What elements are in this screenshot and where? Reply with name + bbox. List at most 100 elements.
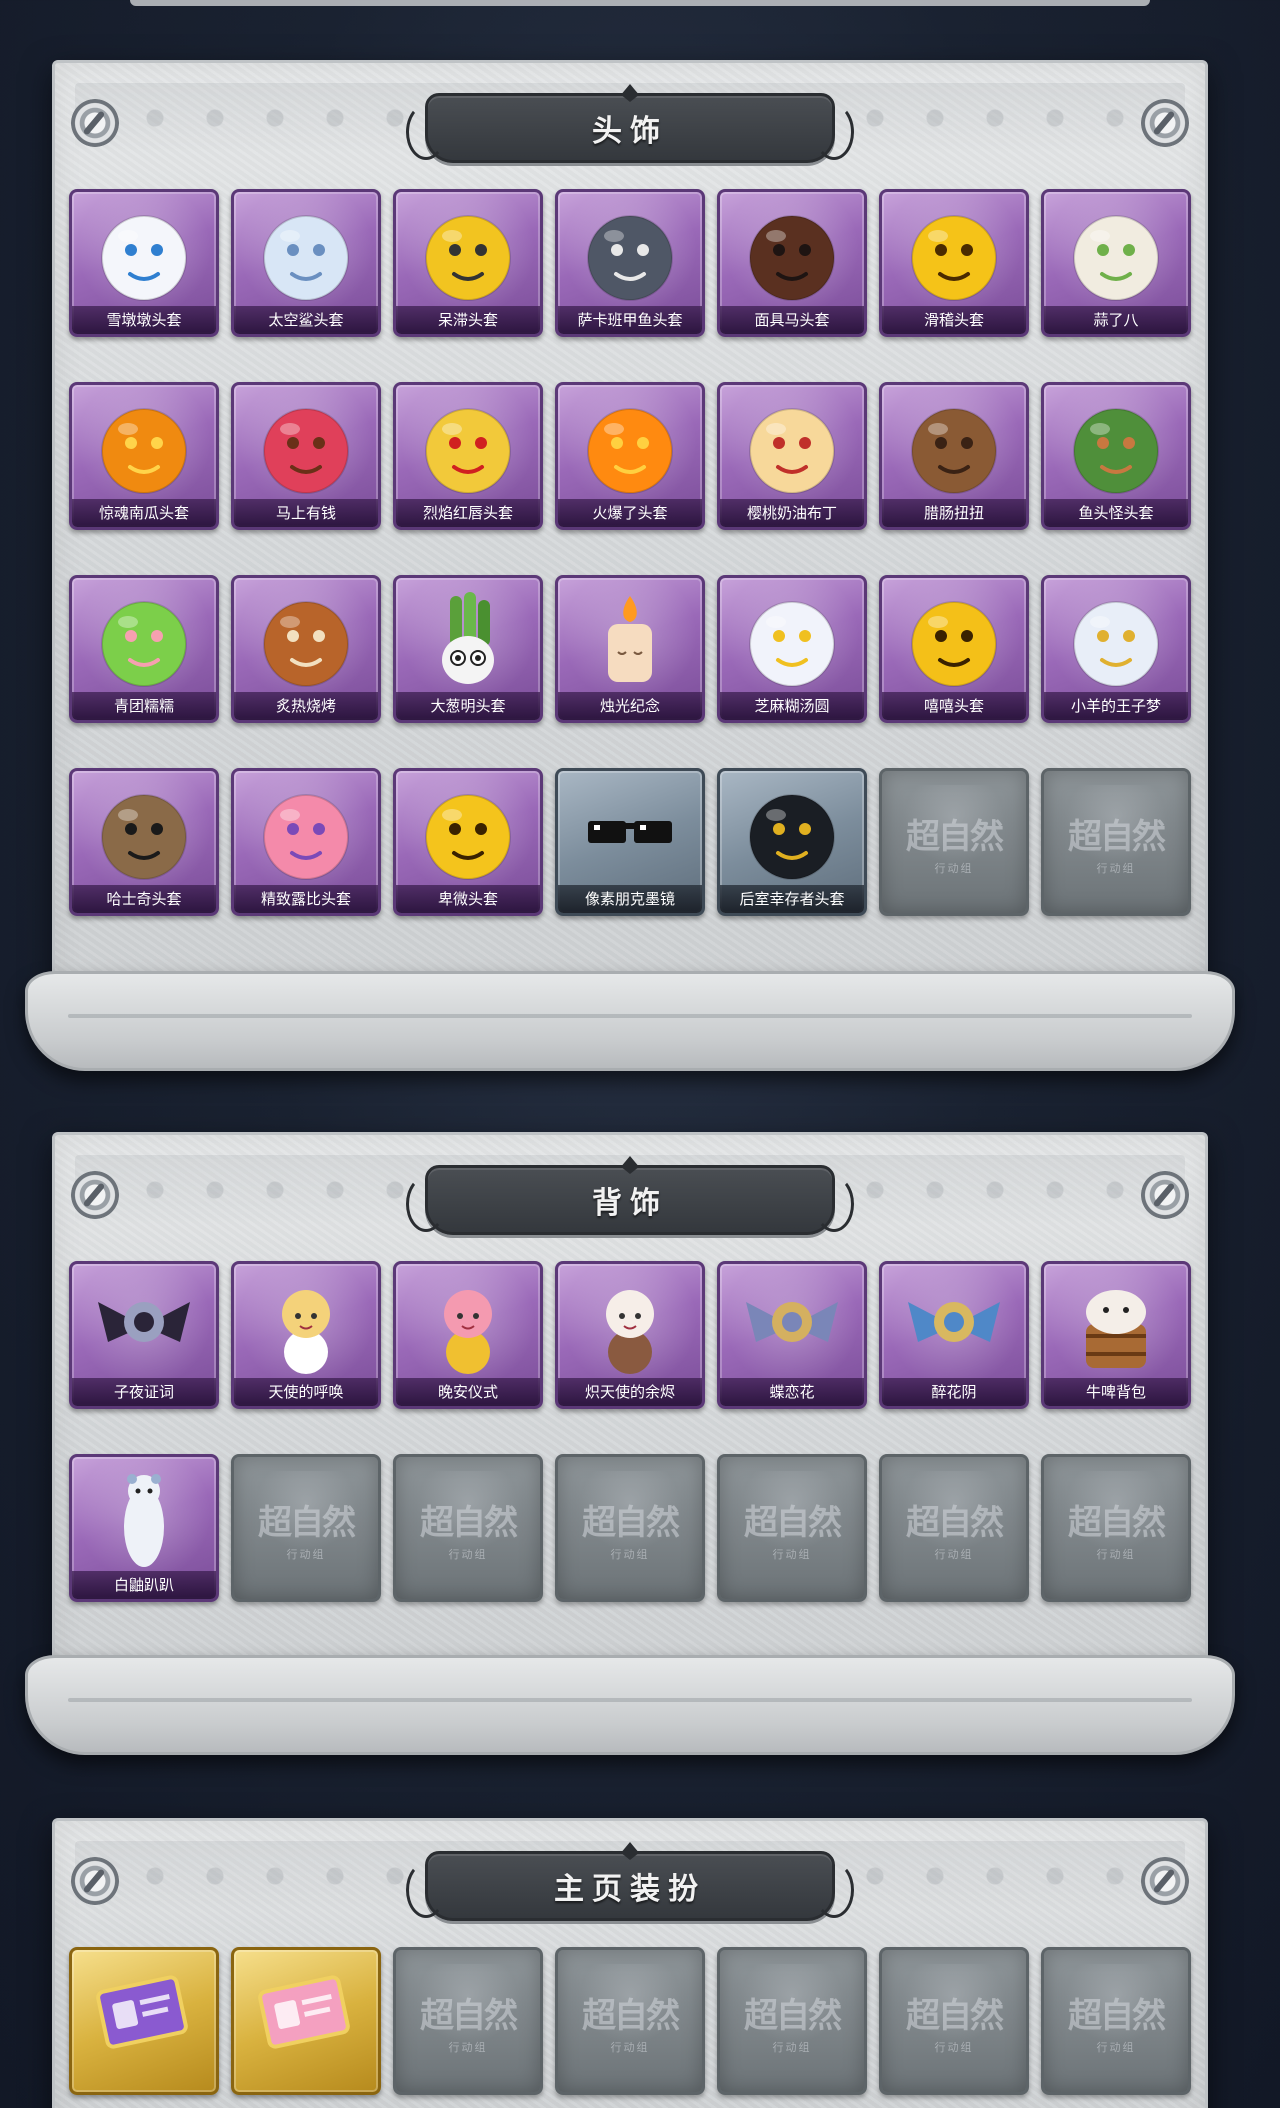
fish-monster-icon xyxy=(1044,393,1188,501)
item-card[interactable]: 卑微头套 xyxy=(393,768,543,916)
item-label: 火爆了头套 xyxy=(558,499,702,527)
item-card[interactable]: 太空鲨头套 xyxy=(231,189,381,337)
item-card[interactable]: 天使的呼唤 xyxy=(231,1261,381,1409)
item-label: 马上有钱 xyxy=(234,499,378,527)
item-label: 烈焰红唇头套 xyxy=(396,499,540,527)
item-label: 呆滞头套 xyxy=(396,306,540,334)
ermine-icon xyxy=(72,1465,216,1573)
item-label: 白鼬趴趴 xyxy=(72,1571,216,1599)
item-card[interactable] xyxy=(231,1947,381,2095)
item-label: 芝麻糊汤圆 xyxy=(720,692,864,720)
item-label: 像素朋克墨镜 xyxy=(558,885,702,913)
item-label: 烛光纪念 xyxy=(558,692,702,720)
item-card[interactable]: 嘻嘻头套 xyxy=(879,575,1029,723)
item-card[interactable]: 呆滞头套 xyxy=(393,189,543,337)
gas-mask-icon xyxy=(720,779,864,887)
sheep-prince-icon xyxy=(1044,586,1188,694)
placeholder-watermark: 超自然 xyxy=(582,1502,680,1543)
item-card[interactable]: 樱桃奶油布丁 xyxy=(717,382,867,530)
item-card[interactable]: 蝶恋花 xyxy=(717,1261,867,1409)
placeholder-subtitle: 行动组 xyxy=(1096,861,1136,875)
item-card[interactable]: 萨卡班甲鱼头套 xyxy=(555,189,705,337)
purple-id-card-icon xyxy=(72,1958,216,2066)
section-title-banner: 头饰 xyxy=(406,84,854,163)
bbq-icon xyxy=(234,586,378,694)
item-label: 面具马头套 xyxy=(720,306,864,334)
item-card[interactable]: 牛啤背包 xyxy=(1041,1261,1191,1409)
item-card[interactable]: 马上有钱 xyxy=(231,382,381,530)
item-label: 惊魂南瓜头套 xyxy=(72,499,216,527)
headwear-panel: 头饰 雪墩墩头套 太空鲨头套 呆滞头套 萨卡班甲鱼头套 面具马头套 滑稽头套 蒜了八惊魂南瓜… xyxy=(25,60,1235,1071)
placeholder-subtitle: 行动组 xyxy=(610,2040,650,2054)
previous-panel-edge xyxy=(130,0,1150,6)
sausage-dog-icon xyxy=(882,393,1026,501)
placeholder-subtitle: 行动组 xyxy=(1096,1547,1136,1561)
item-label: 炙热烧烤 xyxy=(234,692,378,720)
item-card[interactable]: 哈士奇头套 xyxy=(69,768,219,916)
item-card[interactable]: 精致露比头套 xyxy=(231,768,381,916)
item-card[interactable]: 烈焰红唇头套 xyxy=(393,382,543,530)
placeholder-watermark: 超自然 xyxy=(420,1502,518,1543)
red-horse-icon xyxy=(234,393,378,501)
item-card[interactable]: 后室幸存者头套 xyxy=(717,768,867,916)
candle-icon xyxy=(558,586,702,694)
item-card[interactable]: 大葱明头套 xyxy=(393,575,543,723)
beer-cow-icon xyxy=(1044,1272,1188,1380)
item-card[interactable]: 鱼头怪头套 xyxy=(1041,382,1191,530)
item-card[interactable]: 火爆了头套 xyxy=(555,382,705,530)
item-card[interactable]: 腊肠扭扭 xyxy=(879,382,1029,530)
placeholder-watermark: 超自然 xyxy=(906,816,1004,857)
item-grid: 子夜证词 天使的呼唤 晚安仪式 炽天使的余烬 蝶恋花 醉花阴 牛啤背包 白鼬趴趴 超自然 行动组超… xyxy=(69,1261,1191,1602)
item-card[interactable]: 面具马头套 xyxy=(717,189,867,337)
placeholder-subtitle: 行动组 xyxy=(934,2040,974,2054)
pink-beaver-icon xyxy=(234,779,378,887)
pumpkin-icon xyxy=(72,393,216,501)
dazed-face-icon xyxy=(396,200,540,308)
item-card[interactable]: 芝麻糊汤圆 xyxy=(717,575,867,723)
placeholder-subtitle: 行动组 xyxy=(286,1547,326,1561)
placeholder-subtitle: 行动组 xyxy=(448,1547,488,1561)
item-card[interactable]: 惊魂南瓜头套 xyxy=(69,382,219,530)
section-title-banner: 背饰 xyxy=(406,1156,854,1235)
item-label: 腊肠扭扭 xyxy=(882,499,1026,527)
scallion-icon xyxy=(396,586,540,694)
scroll-bottom-edge xyxy=(25,1655,1235,1755)
fire-head-icon xyxy=(558,393,702,501)
lips-mask-icon xyxy=(396,393,540,501)
husky-icon xyxy=(72,779,216,887)
item-card[interactable]: 青团糯糯 xyxy=(69,575,219,723)
item-card[interactable]: 像素朋克墨镜 xyxy=(555,768,705,916)
item-label: 哈士奇头套 xyxy=(72,885,216,913)
item-label: 鱼头怪头套 xyxy=(1044,499,1188,527)
section-title: 背饰 xyxy=(592,1186,668,1221)
placeholder-watermark: 超自然 xyxy=(420,1995,518,2036)
empty-slot: 超自然 行动组 xyxy=(393,1454,543,1602)
empty-slot: 超自然 行动组 xyxy=(879,1454,1029,1602)
item-label: 滑稽头套 xyxy=(882,306,1026,334)
shark-head-icon xyxy=(234,200,378,308)
item-card[interactable]: 子夜证词 xyxy=(69,1261,219,1409)
item-card[interactable]: 醉花阴 xyxy=(879,1261,1029,1409)
item-card[interactable]: 烛光纪念 xyxy=(555,575,705,723)
placeholder-subtitle: 行动组 xyxy=(772,2040,812,2054)
horse-mask-icon xyxy=(720,200,864,308)
pixel-glasses-icon xyxy=(558,779,702,887)
empty-slot: 超自然 行动组 xyxy=(393,1947,543,2095)
item-card[interactable]: 晚安仪式 xyxy=(393,1261,543,1409)
item-card[interactable]: 炙热烧烤 xyxy=(231,575,381,723)
item-card[interactable]: 蒜了八 xyxy=(1041,189,1191,337)
item-card[interactable]: 滑稽头套 xyxy=(879,189,1029,337)
item-card[interactable] xyxy=(69,1947,219,2095)
item-label: 蒜了八 xyxy=(1044,306,1188,334)
item-card[interactable]: 炽天使的余烬 xyxy=(555,1261,705,1409)
section-title-banner: 主页装扮 xyxy=(406,1842,854,1921)
item-label: 炽天使的余烬 xyxy=(558,1378,702,1406)
item-card[interactable]: 小羊的王子梦 xyxy=(1041,575,1191,723)
placeholder-watermark: 超自然 xyxy=(906,1995,1004,2036)
owl-wings-icon xyxy=(72,1272,216,1380)
item-label: 后室幸存者头套 xyxy=(720,885,864,913)
placeholder-subtitle: 行动组 xyxy=(772,1547,812,1561)
item-label: 嘻嘻头套 xyxy=(882,692,1026,720)
item-card[interactable]: 雪墩墩头套 xyxy=(69,189,219,337)
item-card[interactable]: 白鼬趴趴 xyxy=(69,1454,219,1602)
